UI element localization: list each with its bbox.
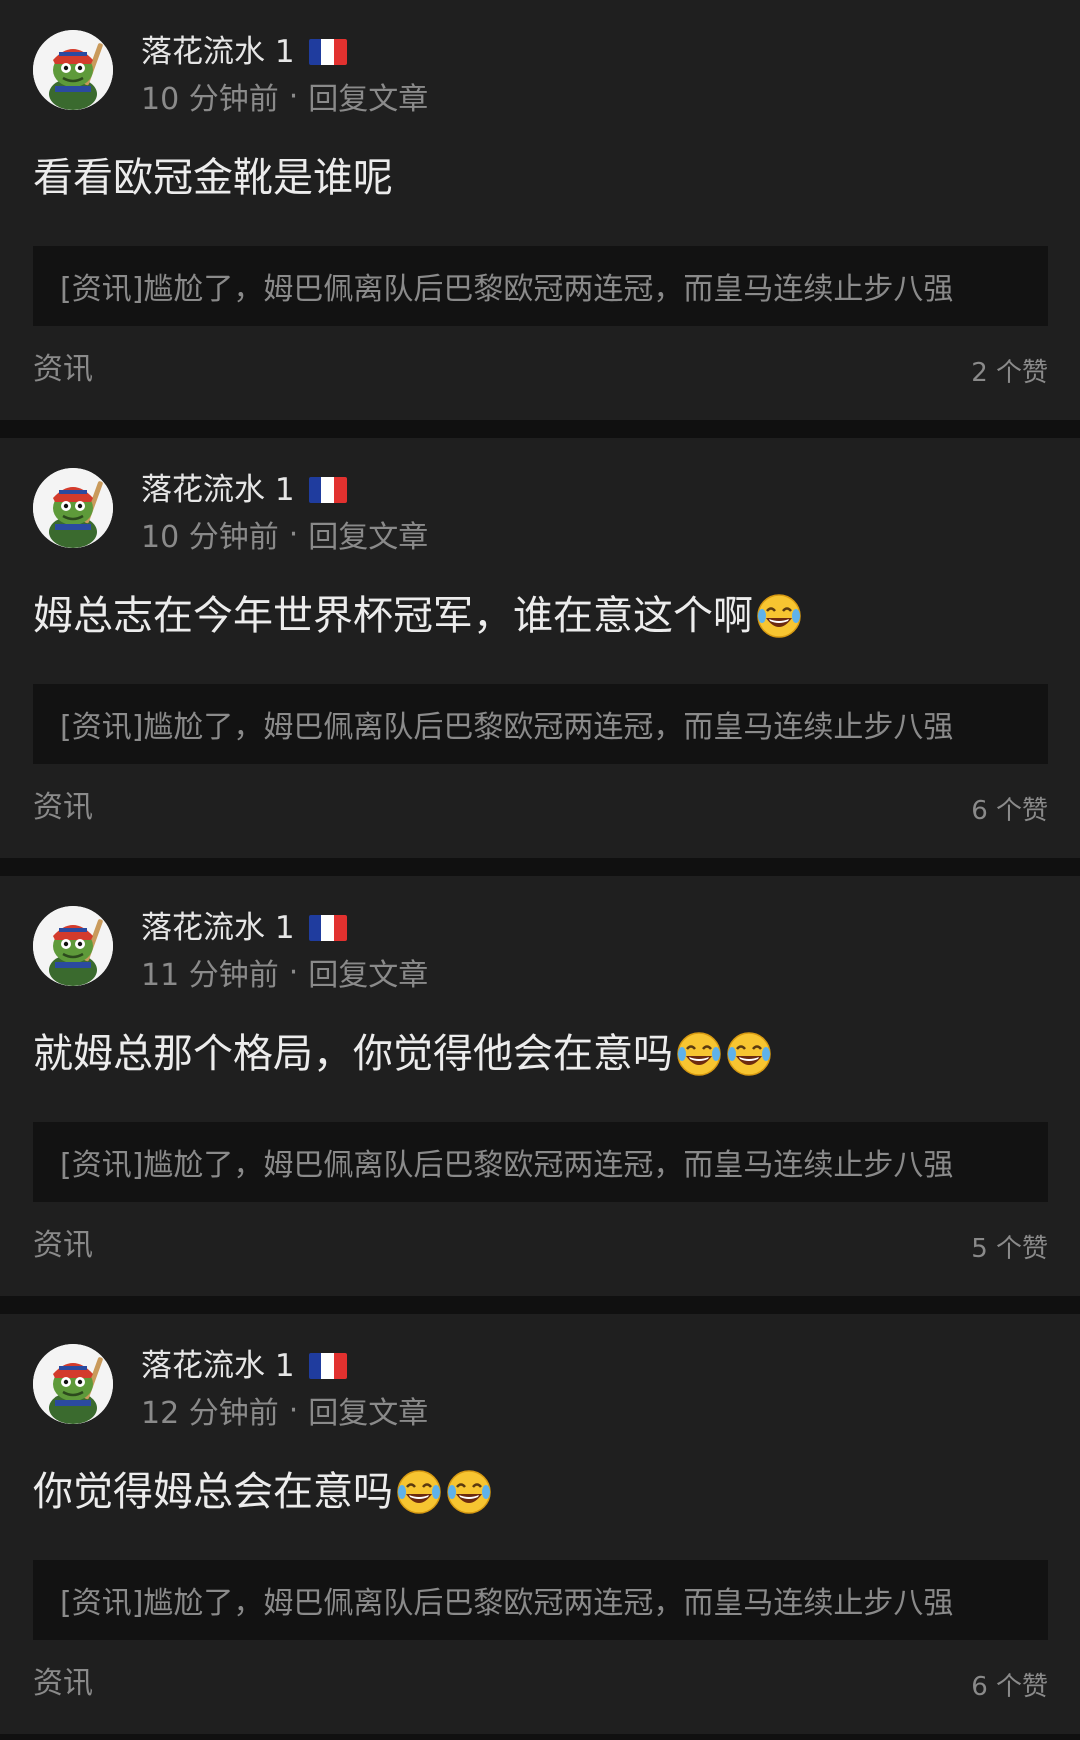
username[interactable]: 落花流水 1 xyxy=(141,470,295,510)
user-avatar[interactable] xyxy=(33,468,113,548)
tears-of-joy-emoji-icon xyxy=(675,1030,723,1078)
article-title: [资讯]尴尬了，姆巴佩离队后巴黎欧冠两连冠，而皇马连续止步八强 xyxy=(60,1148,954,1183)
user-avatar[interactable] xyxy=(33,30,113,110)
comment-text[interactable]: 看看欧冠金靴是谁呢 xyxy=(33,152,1050,204)
comment-card[interactable]: 落花流水 1 10 分钟前 · 回复文章 姆总志在今年世界杯冠军，谁在意这个啊 xyxy=(0,438,1080,858)
france-flag-icon xyxy=(308,1353,347,1379)
france-flag-icon xyxy=(308,915,347,941)
post-meta: 10 分钟前 · 回复文章 xyxy=(141,514,429,556)
frog-avatar-icon xyxy=(33,468,113,548)
comment-card[interactable]: 落花流水 1 11 分钟前 · 回复文章 就姆总那个格局，你觉得他会在意吗 [资… xyxy=(0,876,1080,1296)
user-avatar[interactable] xyxy=(33,1344,113,1424)
article-title: [资讯]尴尬了，姆巴佩离队后巴黎欧冠两连冠，而皇马连续止步八强 xyxy=(60,1586,954,1621)
comment-text[interactable]: 姆总志在今年世界杯冠军，谁在意这个啊 xyxy=(33,590,1050,642)
like-count[interactable]: 2 个赞 xyxy=(971,355,1048,391)
post-time: 10 分钟前 xyxy=(141,82,279,117)
post-action: 回复文章 xyxy=(308,82,429,117)
frog-avatar-icon xyxy=(33,30,113,110)
post-action: 回复文章 xyxy=(308,1396,429,1431)
post-time: 10 分钟前 xyxy=(141,520,279,555)
comment-body: 姆总志在今年世界杯冠军，谁在意这个啊 xyxy=(33,593,753,639)
comment-body: 就姆总那个格局，你觉得他会在意吗 xyxy=(33,1031,673,1077)
linked-article[interactable]: [资讯]尴尬了，姆巴佩离队后巴黎欧冠两连冠，而皇马连续止步八强 xyxy=(33,246,1048,326)
category-tag[interactable]: 资讯 xyxy=(33,1664,93,1704)
comment-card[interactable]: 落花流水 1 12 分钟前 · 回复文章 你觉得姆总会在意吗 [资讯]尴尬了，姆… xyxy=(0,1314,1080,1734)
post-meta: 11 分钟前 · 回复文章 xyxy=(141,952,429,994)
france-flag-icon xyxy=(308,477,347,503)
user-info: 落花流水 1 xyxy=(141,1346,347,1386)
linked-article[interactable]: [资讯]尴尬了，姆巴佩离队后巴黎欧冠两连冠，而皇马连续止步八强 xyxy=(33,1122,1048,1202)
tears-of-joy-emoji-icon xyxy=(445,1468,493,1516)
user-info: 落花流水 1 xyxy=(141,908,347,948)
comment-body: 看看欧冠金靴是谁呢 xyxy=(33,155,393,201)
meta-separator: · xyxy=(288,1392,299,1428)
tears-of-joy-emoji-icon xyxy=(725,1030,773,1078)
comment-text[interactable]: 你觉得姆总会在意吗 xyxy=(33,1466,1050,1518)
like-count[interactable]: 6 个赞 xyxy=(971,793,1048,829)
frog-avatar-icon xyxy=(33,1344,113,1424)
post-time: 11 分钟前 xyxy=(141,958,279,993)
post-action: 回复文章 xyxy=(308,520,429,555)
post-meta: 12 分钟前 · 回复文章 xyxy=(141,1390,429,1432)
category-tag[interactable]: 资讯 xyxy=(33,1226,93,1266)
frog-avatar-icon xyxy=(33,906,113,986)
tears-of-joy-emoji-icon xyxy=(755,592,803,640)
meta-separator: · xyxy=(288,516,299,552)
category-tag[interactable]: 资讯 xyxy=(33,788,93,828)
category-tag[interactable]: 资讯 xyxy=(33,350,93,390)
comment-text[interactable]: 就姆总那个格局，你觉得他会在意吗 xyxy=(33,1028,1050,1080)
user-info: 落花流水 1 xyxy=(141,32,347,72)
france-flag-icon xyxy=(308,39,347,65)
linked-article[interactable]: [资讯]尴尬了，姆巴佩离队后巴黎欧冠两连冠，而皇马连续止步八强 xyxy=(33,684,1048,764)
linked-article[interactable]: [资讯]尴尬了，姆巴佩离队后巴黎欧冠两连冠，而皇马连续止步八强 xyxy=(33,1560,1048,1640)
like-count[interactable]: 5 个赞 xyxy=(971,1231,1048,1267)
user-avatar[interactable] xyxy=(33,906,113,986)
user-info: 落花流水 1 xyxy=(141,470,347,510)
post-action: 回复文章 xyxy=(308,958,429,993)
like-count[interactable]: 6 个赞 xyxy=(971,1669,1048,1705)
meta-separator: · xyxy=(288,78,299,114)
comment-body: 你觉得姆总会在意吗 xyxy=(33,1469,393,1515)
post-time: 12 分钟前 xyxy=(141,1396,279,1431)
article-title: [资讯]尴尬了，姆巴佩离队后巴黎欧冠两连冠，而皇马连续止步八强 xyxy=(60,710,954,745)
username[interactable]: 落花流水 1 xyxy=(141,1346,295,1386)
tears-of-joy-emoji-icon xyxy=(395,1468,443,1516)
comment-feed: 落花流水 1 10 分钟前 · 回复文章 看看欧冠金靴是谁呢 [资讯]尴尬了，姆… xyxy=(0,0,1080,1734)
post-meta: 10 分钟前 · 回复文章 xyxy=(141,76,429,118)
comment-card[interactable]: 落花流水 1 10 分钟前 · 回复文章 看看欧冠金靴是谁呢 [资讯]尴尬了，姆… xyxy=(0,0,1080,420)
username[interactable]: 落花流水 1 xyxy=(141,32,295,72)
article-title: [资讯]尴尬了，姆巴佩离队后巴黎欧冠两连冠，而皇马连续止步八强 xyxy=(60,272,954,307)
username[interactable]: 落花流水 1 xyxy=(141,908,295,948)
meta-separator: · xyxy=(288,954,299,990)
